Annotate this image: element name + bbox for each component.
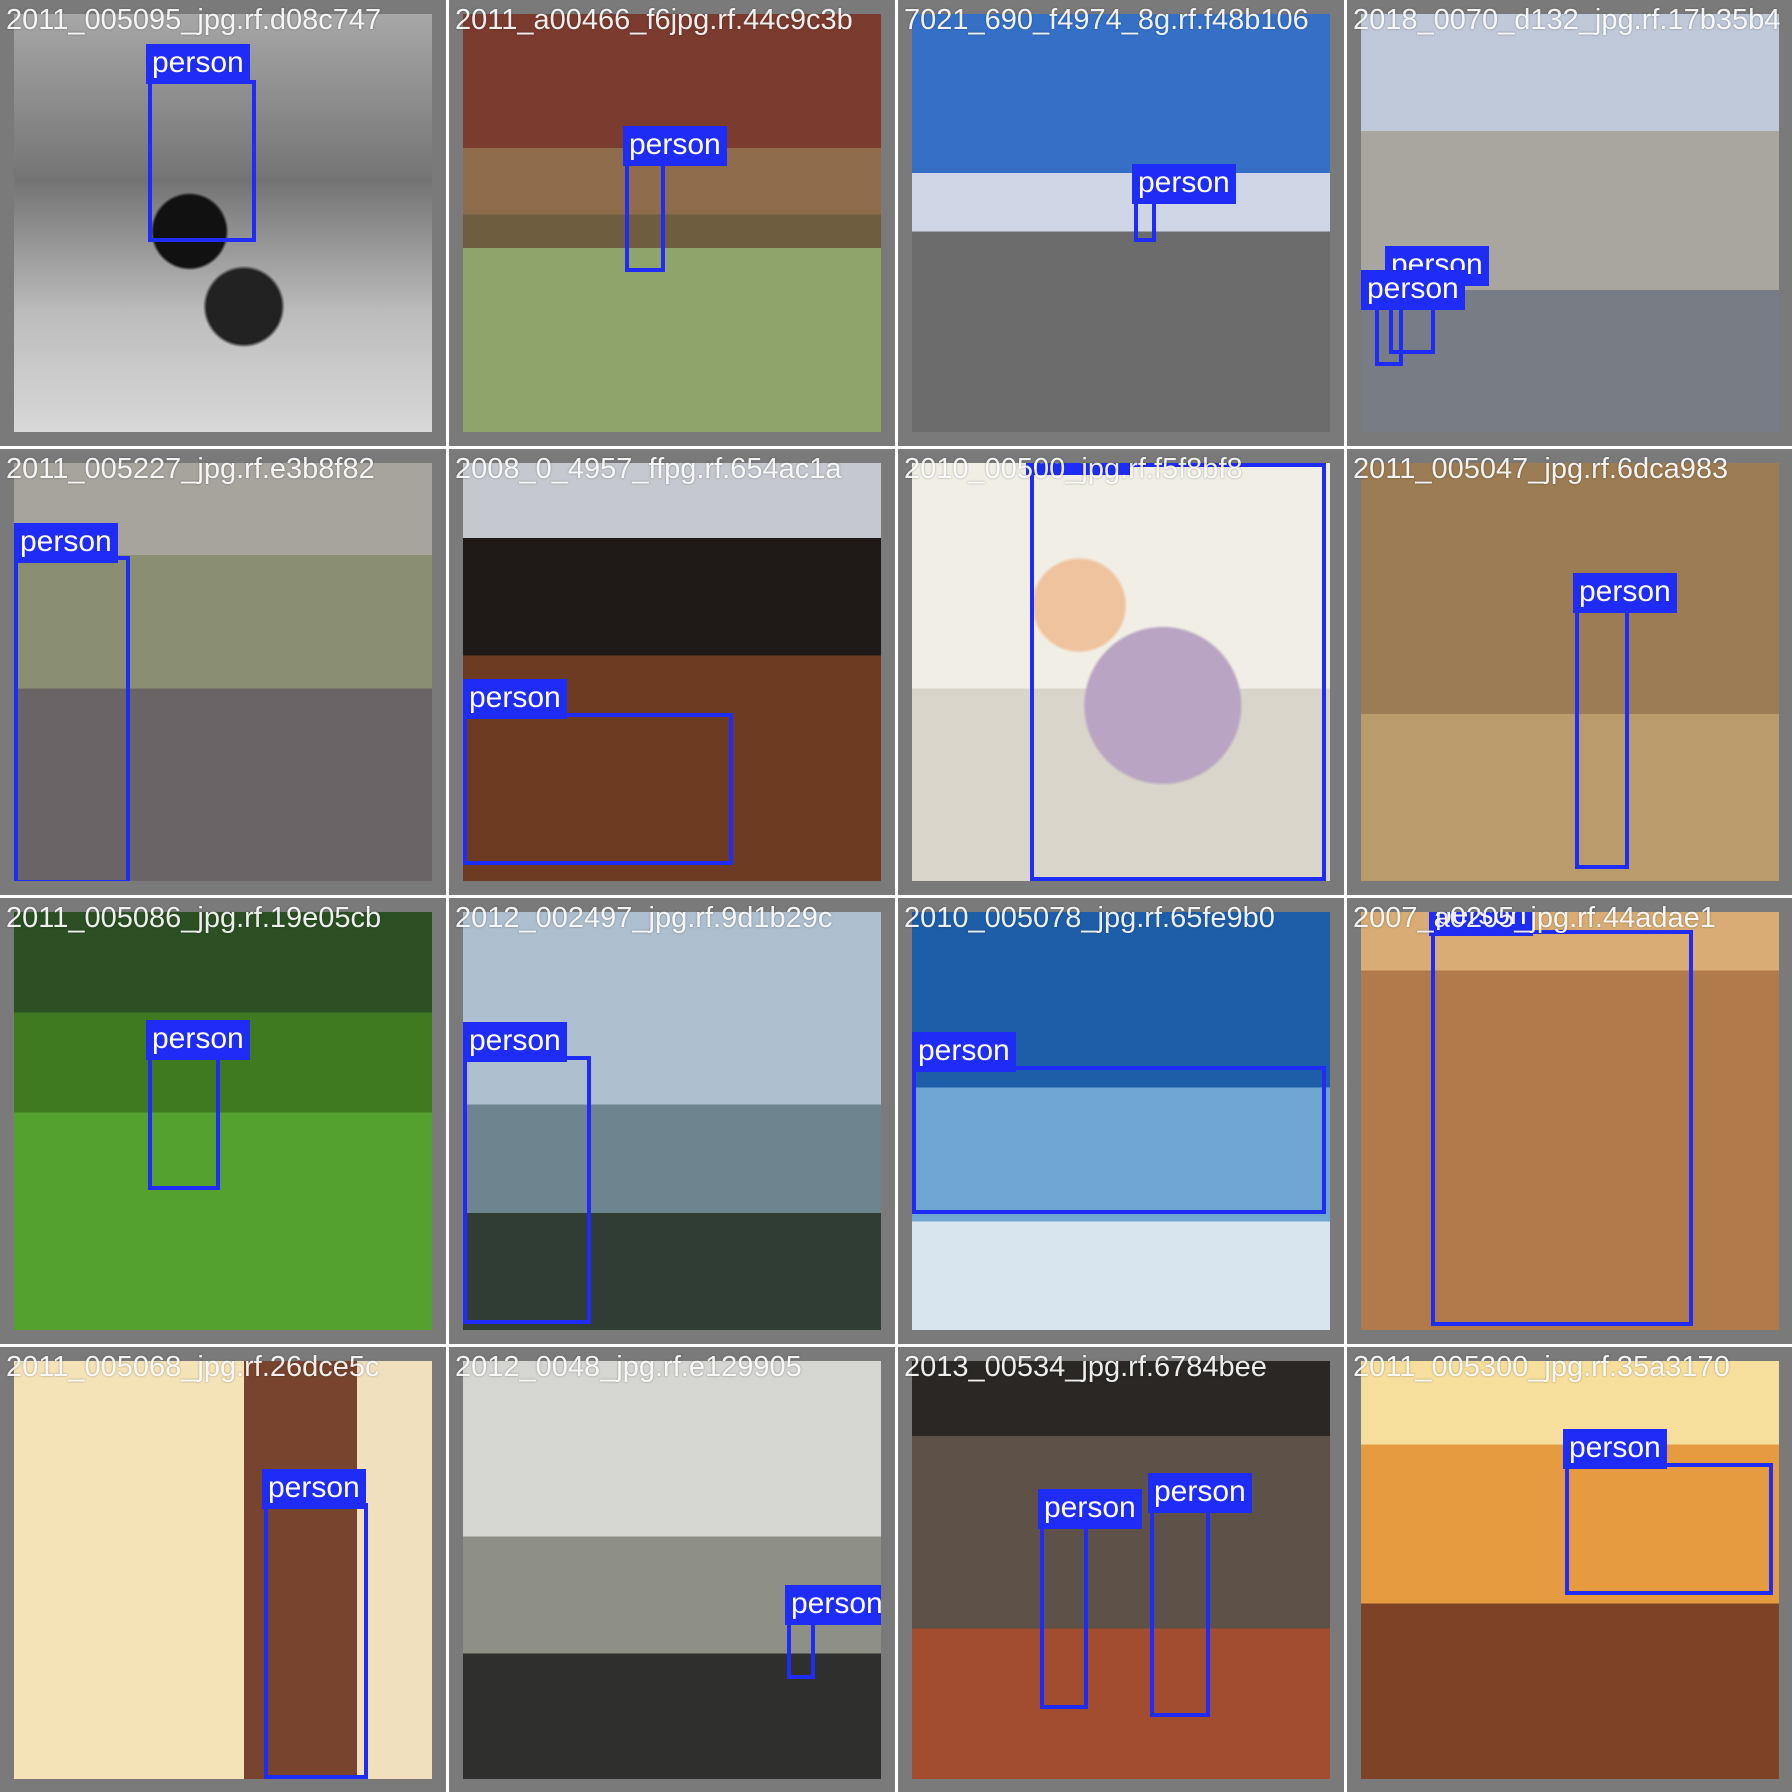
tile-9-photo-art xyxy=(14,912,432,1330)
tile-3: person 7021_690_f4974_8g.rf.f48b106 xyxy=(898,0,1344,446)
tile-13-photo-art xyxy=(14,1361,432,1779)
tile-3-photo-art xyxy=(912,14,1330,432)
tile-3-person-label: person xyxy=(1132,164,1236,204)
tile-15-person-box-2 xyxy=(1150,1507,1210,1717)
tile-5-person-box xyxy=(14,556,130,881)
tile-7-photo: person xyxy=(912,463,1330,881)
tile-6-photo: person xyxy=(463,463,881,881)
tile-3-person-box xyxy=(1134,200,1156,242)
tile-13-person-box xyxy=(264,1503,368,1779)
tile-8-photo-art xyxy=(1361,463,1779,881)
tile-13: person 2011_005068_jpg.rf.26dce5c xyxy=(0,1347,446,1792)
tile-11: person 2010_005078_jpg.rf.65fe9b0 xyxy=(898,898,1344,1344)
tile-8-photo: person xyxy=(1361,463,1779,881)
tile-4-photo: person person xyxy=(1361,14,1779,432)
tile-10-photo: person xyxy=(463,912,881,1330)
tile-11-person-box xyxy=(912,1066,1326,1214)
tile-11-photo: person xyxy=(912,912,1330,1330)
tile-9: person 2011_005086_jpg.rf.19e05cb xyxy=(0,898,446,1344)
tile-9-person-box xyxy=(148,1054,220,1190)
tile-15-person-label-1: person xyxy=(1038,1489,1142,1529)
tile-15-person-label-2: person xyxy=(1148,1473,1252,1513)
tile-3-photo: person xyxy=(912,14,1330,432)
tile-10-person-label: person xyxy=(463,1022,567,1062)
tile-16-person-label: person xyxy=(1563,1429,1667,1469)
tile-14-photo-art xyxy=(463,1361,881,1779)
tile-8-person-box xyxy=(1575,607,1629,869)
tile-16-person-box xyxy=(1565,1463,1773,1595)
tile-13-person-label: person xyxy=(262,1469,366,1509)
tile-2-photo-art xyxy=(463,14,881,432)
tile-15-person-box-1 xyxy=(1040,1523,1088,1709)
tile-1-photo: person xyxy=(14,14,432,432)
tile-14-person-label: person xyxy=(785,1585,881,1625)
tile-1-person-box xyxy=(148,80,256,242)
tile-1-person-label: person xyxy=(146,44,250,84)
tile-9-photo: person xyxy=(14,912,432,1330)
tile-7-person-box xyxy=(1030,463,1326,881)
tile-12-photo: person xyxy=(1361,912,1779,1330)
tile-2-person-box xyxy=(625,160,665,272)
tile-10-person-box xyxy=(463,1056,591,1324)
tile-14-person-box xyxy=(787,1619,815,1679)
tile-7: person 2010_00500_jpg.rf.f5f8bf8 xyxy=(898,449,1344,895)
tile-12: person 2007_a0205_jpg.rf.44adae1 xyxy=(1347,898,1792,1344)
tile-2-photo: person xyxy=(463,14,881,432)
tile-4-photo-art xyxy=(1361,14,1779,432)
tile-1: person 2011_005095_jpg.rf.d08c747 xyxy=(0,0,446,446)
tile-7-person-label: person xyxy=(1026,463,1130,475)
tile-8: person 2011_005047_jpg.rf.6dca983 xyxy=(1347,449,1792,895)
tile-13-photo: person xyxy=(14,1361,432,1779)
tile-15-photo-art xyxy=(912,1361,1330,1779)
tile-5: person 2011_005227_jpg.rf.e3b8f82 xyxy=(0,449,446,895)
tile-14: person 2012_0048_jpg.rf.e129905 xyxy=(449,1347,895,1792)
tile-4-person-label-2: person xyxy=(1361,270,1465,310)
tile-2: person 2011_a00466_f6jpg.rf.44c9c3b xyxy=(449,0,895,446)
tile-6: person 2008_0_4957_ffpg.rf.654ac1a xyxy=(449,449,895,895)
tile-4: person person 2018_0070_d132_jpg.rf.17b3… xyxy=(1347,0,1792,446)
tile-5-photo: person xyxy=(14,463,432,881)
tile-15: person person 2013_00534_jpg.rf.6784bee xyxy=(898,1347,1344,1792)
tile-6-person-box xyxy=(463,713,733,865)
tile-2-person-label: person xyxy=(623,126,727,166)
tile-5-person-label: person xyxy=(14,523,118,563)
detection-mosaic: person 2011_005095_jpg.rf.d08c747 person… xyxy=(0,0,1792,1792)
tile-16: person 2011_005300_jpg.rf.35a3170 xyxy=(1347,1347,1792,1792)
tile-12-person-label: person xyxy=(1429,912,1533,936)
tile-10: person 2012_002497_jpg.rf.9d1b29c xyxy=(449,898,895,1344)
tile-12-person-box xyxy=(1431,930,1693,1326)
tile-9-person-label: person xyxy=(146,1020,250,1060)
tile-11-person-label: person xyxy=(912,1032,1016,1072)
tile-6-person-label: person xyxy=(463,679,567,719)
tile-8-person-label: person xyxy=(1573,573,1677,613)
tile-14-photo: person xyxy=(463,1361,881,1779)
tile-15-photo: person person xyxy=(912,1361,1330,1779)
tile-16-photo: person xyxy=(1361,1361,1779,1779)
